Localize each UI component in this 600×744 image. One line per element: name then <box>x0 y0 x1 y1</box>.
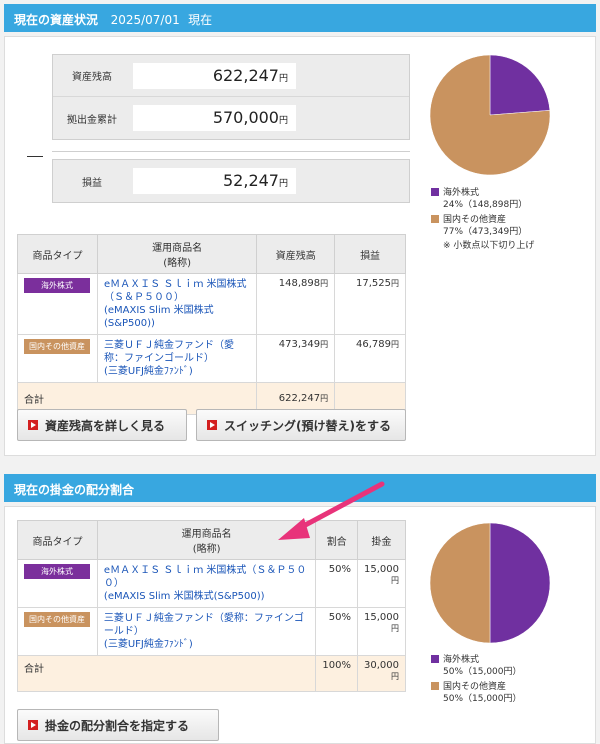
balance-value: 622,247円 <box>133 63 296 89</box>
product-short-name[interactable]: (eMAXIS Slim 米国株式(S&P500)) <box>104 304 250 330</box>
col-type: 商品タイプ <box>17 520 98 560</box>
table-row: 国内その他資産 三菱ＵＦＪ純金ファンド（愛称：ファインゴールド） (三菱UFJ純金… <box>17 607 407 656</box>
legend-item-domestic: 国内その他資産 <box>431 214 534 226</box>
legend-swatch <box>431 188 439 196</box>
type-badge: 海外株式 <box>24 564 90 579</box>
balance-cell: 473,349円 <box>256 334 336 383</box>
annotation-arrow-icon <box>278 481 385 540</box>
rounding-note: ※ 小数点以下切り上げ <box>443 241 535 251</box>
contrib-legend: 海外株式 50%（15,000円） 国内その他資産 50%（15,000円） <box>431 654 522 705</box>
summary-divider <box>52 151 410 152</box>
set-allocation-label: 掛金の配分割合を指定する <box>45 718 190 733</box>
switching-button[interactable]: スイッチング(預け替え)をする <box>196 409 406 441</box>
table-row: 国内その他資産 三菱ＵＦＪ純金ファンド（愛称：ファインゴールド） (三菱UFJ純金… <box>17 334 406 383</box>
asset-date: 2025/07/01 <box>110 13 180 27</box>
table-header-row: 商品タイプ 運用商品名 (略称) 資産残高 損益 <box>17 234 406 274</box>
pie-slice-stock <box>489 54 551 116</box>
pnl-label: 損益 <box>82 177 102 189</box>
col-type: 商品タイプ <box>17 234 98 274</box>
legend-swatch <box>431 682 439 690</box>
product-short-name[interactable]: (三菱UFJ純金ﾌｧﾝﾄﾞ) <box>104 365 250 378</box>
set-allocation-button[interactable]: 掛金の配分割合を指定する <box>17 709 219 741</box>
asset-pie-chart <box>429 54 551 176</box>
col-pnl: 損益 <box>334 234 406 274</box>
asset-legend: 海外株式 24%（148,898円） 国内その他資産 77%（473,349円）… <box>431 187 534 252</box>
ratio-cell: 50% <box>315 607 358 656</box>
balance-summary-box: 資産残高 622,247円 拠出金累計 570,000円 <box>52 54 410 140</box>
minus-sign <box>27 156 43 157</box>
total-label: 合計 <box>16 655 317 692</box>
asset-panel: 資産残高 622,247円 拠出金累計 570,000円 損益 52,247円 … <box>4 36 596 456</box>
balance-row: 資産残高 622,247円 <box>53 55 409 97</box>
legend-detail-stock: 24%（148,898円） <box>443 200 528 210</box>
product-link[interactable]: eＭＡＸＩＳ Ｓｌｉｍ 米国株式（Ｓ＆Ｐ５００） <box>104 564 309 590</box>
amount-cell: 15,000 円 <box>356 607 407 656</box>
type-badge: 国内その他資産 <box>24 612 90 627</box>
col-product: 運用商品名 (略称) <box>96 234 258 274</box>
pie-slice-stock <box>489 522 551 644</box>
legend-item-stock: 海外株式 <box>431 654 522 666</box>
pnl-cell: 17,525円 <box>334 273 406 335</box>
product-short-name[interactable]: (三菱UFJ純金ﾌｧﾝﾄﾞ) <box>104 638 309 651</box>
pnl-value: 52,247円 <box>133 168 296 194</box>
total-ratio: 100% <box>315 655 358 692</box>
table-row: 海外株式 eＭＡＸＩＳ Ｓｌｉｍ 米国株式（Ｓ＆Ｐ５００） (eMAXIS Sli… <box>17 273 406 335</box>
product-link[interactable]: 三菱ＵＦＪ純金ファンド（愛称：ファインゴールド） <box>104 612 309 638</box>
type-badge: 海外株式 <box>24 278 90 293</box>
legend-swatch <box>431 655 439 663</box>
contribution-value: 570,000円 <box>133 105 296 131</box>
col-balance: 資産残高 <box>256 234 336 274</box>
arrow-right-icon <box>207 420 217 430</box>
pnl-summary-box: 損益 52,247円 <box>52 159 410 203</box>
ratio-cell: 50% <box>315 559 358 608</box>
product-link[interactable]: eＭＡＸＩＳ Ｓｌｉｍ 米国株式（Ｓ＆Ｐ５００） <box>104 278 250 304</box>
legend-swatch <box>431 215 439 223</box>
amount-cell: 15,000 円 <box>356 559 407 608</box>
asset-holdings-table: 商品タイプ 運用商品名 (略称) 資産残高 損益 海外株式 eＭＡＸＩＳ Ｓｌｉｍ… <box>16 234 406 415</box>
view-balance-detail-label: 資産残高を詳しく見る <box>45 418 166 433</box>
contribution-label: 拠出金累計 <box>67 114 117 126</box>
legend-detail-domestic: 77%（473,349円） <box>443 227 528 237</box>
arrow-right-icon <box>28 420 38 430</box>
legend-item-stock: 海外株式 <box>431 187 534 199</box>
pnl-cell: 46,789円 <box>334 334 406 383</box>
pnl-row: 損益 52,247円 <box>53 160 409 202</box>
product-short-name[interactable]: (eMAXIS Slim 米国株式(S&P500)) <box>104 590 309 603</box>
table-row: 海外株式 eＭＡＸＩＳ Ｓｌｉｍ 米国株式（Ｓ＆Ｐ５００） (eMAXIS Sli… <box>17 559 407 608</box>
asset-section-title: 現在の資産状況 <box>14 13 99 27</box>
total-amount: 30,000 円 <box>356 655 407 692</box>
contribution-row: 拠出金累計 570,000円 <box>53 97 409 139</box>
balance-label: 資産残高 <box>72 72 112 83</box>
contrib-section-title: 現在の掛金の配分割合 <box>14 483 135 497</box>
type-badge: 国内その他資産 <box>24 339 90 354</box>
view-balance-detail-button[interactable]: 資産残高を詳しく見る <box>17 409 187 441</box>
asset-date-suffix: 現在 <box>188 13 213 27</box>
switching-label: スイッチング(預け替え)をする <box>224 418 391 433</box>
product-link[interactable]: 三菱ＵＦＪ純金ファンド（愛称：ファインゴールド） <box>104 339 250 365</box>
legend-detail-stock: 50%（15,000円） <box>443 667 522 677</box>
contrib-pie-chart <box>429 522 551 644</box>
balance-cell: 148,898円 <box>256 273 336 335</box>
legend-item-domestic: 国内その他資産 <box>431 681 522 693</box>
legend-detail-domestic: 50%（15,000円） <box>443 694 522 704</box>
pie-slice-domestic <box>429 522 491 644</box>
asset-section-header: 現在の資産状況 2025/07/01 現在 <box>4 4 596 32</box>
arrow-right-icon <box>28 720 38 730</box>
total-row: 合計 100% 30,000 円 <box>16 655 407 692</box>
